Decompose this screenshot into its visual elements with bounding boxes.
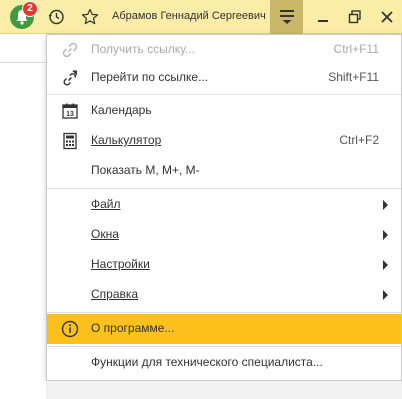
minimize-button[interactable] [315, 9, 331, 25]
menu-item-get-link[interactable]: Получить ссылку... Ctrl+F11 [47, 35, 401, 65]
menu-item-label: Окна [91, 227, 119, 241]
background-panel [46, 381, 402, 399]
link-icon [61, 41, 79, 59]
menu-item-label: Календарь [91, 103, 152, 117]
menu-item-label: Получить ссылку... [91, 42, 195, 56]
calculator-icon [61, 132, 79, 150]
menu-item-label: Перейти по ссылке... [91, 70, 209, 84]
submenu-arrow-icon [383, 200, 388, 210]
menu-separator [47, 94, 401, 95]
submenu-arrow-icon [383, 290, 388, 300]
title-bar: 2 Абрамов Геннадий Сергеевич [0, 0, 402, 34]
close-icon [381, 11, 393, 23]
menu-item-help[interactable]: Справка [47, 280, 401, 310]
hamburger-menu-icon [280, 10, 294, 24]
notification-count-badge: 2 [22, 1, 38, 17]
menu-item-windows[interactable]: Окна [47, 220, 401, 250]
menu-item-label: Настройки [91, 257, 150, 271]
menu-item-show-memory[interactable]: Показать M, M+, M- [47, 156, 401, 186]
menu-item-about[interactable]: О программе... [47, 314, 401, 344]
menu-item-label: Калькулятор [91, 133, 162, 147]
background-panel [0, 34, 46, 399]
menu-item-file[interactable]: Файл [47, 190, 401, 220]
menu-separator [47, 312, 401, 313]
submenu-arrow-icon [383, 230, 388, 240]
menu-item-shortcut: Ctrl+F11 [333, 42, 379, 56]
history-icon[interactable] [47, 8, 65, 26]
menu-item-calendar[interactable]: 13 Календарь [47, 96, 401, 126]
restore-button[interactable] [347, 9, 363, 25]
notifications-button[interactable]: 2 [10, 1, 38, 29]
close-button[interactable] [379, 9, 395, 25]
menu-item-label: Справка [91, 287, 139, 301]
info-icon [61, 320, 79, 338]
submenu-arrow-icon [383, 260, 388, 270]
menu-item-shortcut: Shift+F11 [328, 70, 379, 84]
menu-item-settings[interactable]: Настройки [47, 250, 401, 280]
restore-icon [348, 10, 361, 24]
menu-separator [47, 346, 401, 347]
user-name[interactable]: Абрамов Геннадий Сергеевич [112, 10, 266, 22]
menu-item-go-to-link[interactable]: Перейти по ссылке... Shift+F11 [47, 63, 401, 93]
calendar-icon: 13 [61, 102, 79, 120]
main-menu-dropdown: Получить ссылку... Ctrl+F11 Перейти по с… [46, 34, 402, 381]
menu-item-label: Файл [91, 197, 121, 211]
menu-item-shortcut: Ctrl+F2 [339, 133, 379, 147]
menu-item-label: Показать M, M+, M- [91, 163, 200, 177]
menu-item-calculator[interactable]: Калькулятор Ctrl+F2 [47, 126, 401, 156]
minimize-icon [318, 20, 328, 22]
divider [0, 62, 46, 63]
menu-separator [47, 188, 401, 189]
main-menu-button[interactable] [270, 0, 303, 34]
star-icon[interactable] [81, 8, 99, 26]
menu-item-label: О программе... [91, 321, 175, 335]
go-to-link-icon [61, 69, 79, 87]
menu-item-label: Функции для технического специалиста... [91, 355, 323, 369]
svg-text:13: 13 [66, 111, 74, 118]
menu-item-technical-functions[interactable]: Функции для технического специалиста... [47, 348, 401, 378]
